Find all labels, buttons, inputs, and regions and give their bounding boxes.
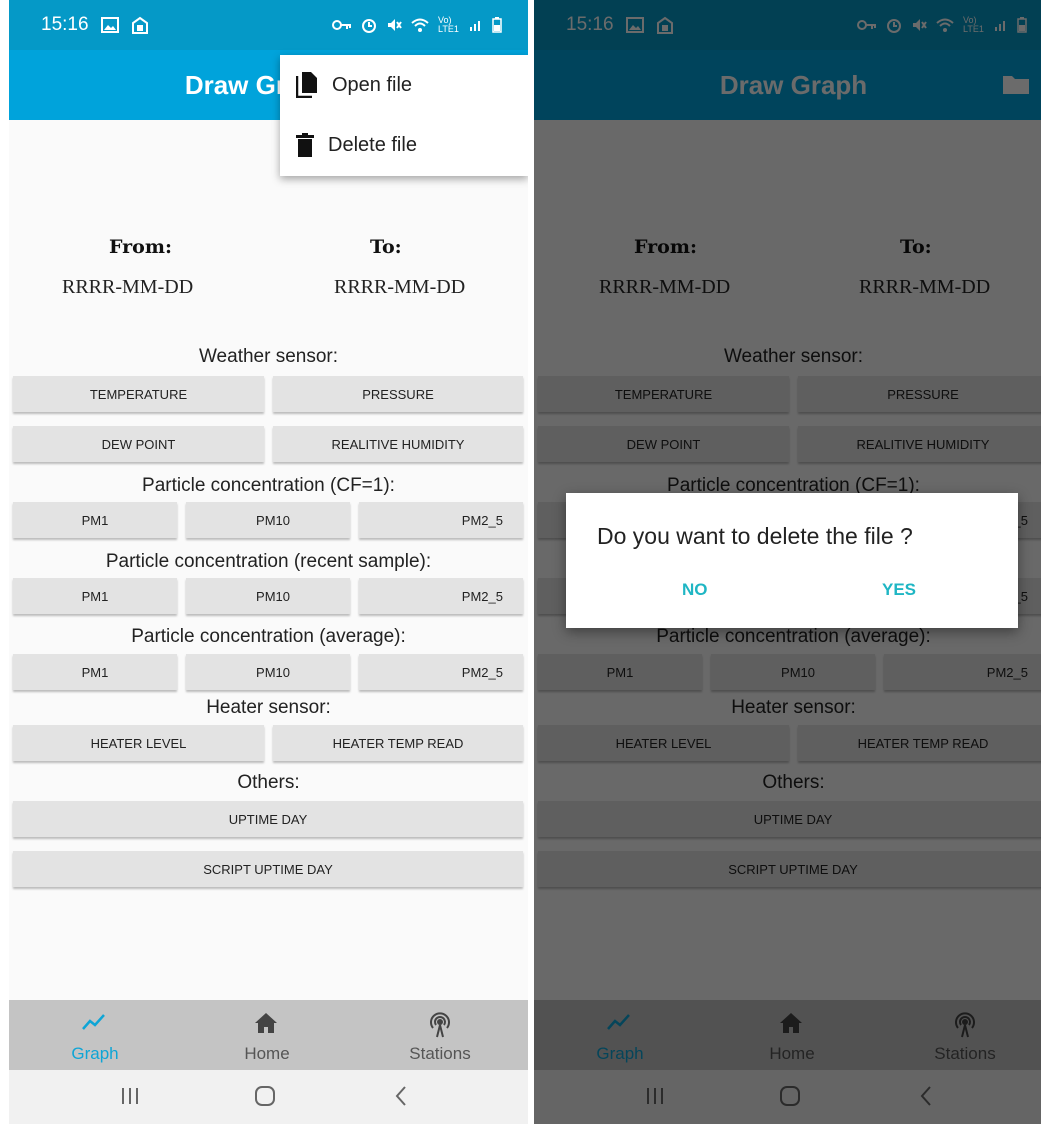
nav-item-home[interactable]: Home <box>207 1000 327 1070</box>
alarm-icon <box>362 19 376 33</box>
nav-label: Graph <box>71 1044 119 1063</box>
pm-cf1-pm25-button[interactable]: PM2_5 <box>359 502 523 538</box>
pm-average-pm25-button[interactable]: PM2_5 <box>359 654 523 690</box>
nav-label: Home <box>244 1044 290 1063</box>
graph-settings-panel: From: To: RRRR-MM-DD RRRR-MM-DD Weather … <box>9 120 528 1000</box>
pm-average-title: Particle concentration (average): <box>131 626 406 647</box>
home-button-icon[interactable] <box>254 1084 276 1108</box>
network-type-label: Vo) LTE1 <box>438 15 459 34</box>
others-title: Others: <box>237 772 300 793</box>
dialog-no-button[interactable]: NO <box>682 580 708 600</box>
back-icon[interactable] <box>393 1084 409 1108</box>
pm-recent-pm25-button[interactable]: PM2_5 <box>359 578 523 614</box>
dialog-yes-button[interactable]: YES <box>882 580 916 600</box>
temperature-button[interactable]: TEMPERATURE <box>13 376 264 412</box>
menu-item-delete-file[interactable]: Delete file <box>280 115 528 175</box>
menu-item-open-file[interactable]: Open file <box>280 55 528 115</box>
pm-recent-pm1-button[interactable]: PM1 <box>13 578 177 614</box>
pm-cf1-pm10-button[interactable]: PM10 <box>186 502 350 538</box>
pm-average-pm1-button[interactable]: PM1 <box>13 654 177 690</box>
file-copy-icon <box>296 72 317 98</box>
mute-icon <box>388 19 402 31</box>
script-uptime-day-button[interactable]: SCRIPT UPTIME DAY <box>13 851 523 887</box>
status-time: 15:16 <box>41 14 89 35</box>
trash-icon <box>296 133 314 157</box>
signal-icon <box>470 21 480 31</box>
vpn-key-icon <box>332 20 351 30</box>
to-date-field[interactable]: RRRR-MM-DD <box>334 276 465 299</box>
heater-level-button[interactable]: HEATER LEVEL <box>13 725 264 761</box>
system-navigation-bar <box>9 1070 528 1124</box>
menu-item-label: Delete file <box>328 133 417 156</box>
nav-item-stations[interactable]: Stations <box>380 1000 500 1070</box>
relative-humidity-button[interactable]: REALITIVE HUMIDITY <box>273 426 523 462</box>
menu-item-label: Open file <box>332 73 413 96</box>
antenna-icon <box>430 1012 450 1038</box>
battery-icon <box>492 17 502 33</box>
nav-label: Stations <box>409 1044 471 1063</box>
recent-apps-icon[interactable] <box>120 1084 140 1108</box>
uptime-day-button[interactable]: UPTIME DAY <box>13 801 523 837</box>
pm-average-pm10-button[interactable]: PM10 <box>186 654 350 690</box>
phone-screen-menu-open: 15:16 Vo) LTE1 Draw Graph Open file Dele… <box>9 0 528 1124</box>
graph-icon <box>82 1014 105 1030</box>
to-label: To: <box>370 236 402 258</box>
pressure-button[interactable]: PRESSURE <box>273 376 523 412</box>
pm-recent-pm10-button[interactable]: PM10 <box>186 578 350 614</box>
from-label: From: <box>109 236 172 258</box>
pm-recent-title: Particle concentration (recent sample): <box>105 551 432 572</box>
dialog-title: Do you want to delete the file ? <box>597 523 913 549</box>
heater-temp-read-button[interactable]: HEATER TEMP READ <box>273 725 523 761</box>
delete-confirm-dialog: Do you want to delete the file ? NO YES <box>566 493 1018 628</box>
bottom-navigation: Graph Home Stations <box>9 1000 528 1070</box>
heater-sensor-title: Heater sensor: <box>206 697 331 718</box>
wifi-icon <box>411 18 429 32</box>
gallery-icon <box>100 17 119 33</box>
status-bar: 15:16 Vo) LTE1 <box>9 0 528 50</box>
phone-screen-delete-dialog: 15:16 Vo) LTE1 Draw Graph From: To: RRRR… <box>534 0 1041 1124</box>
pm-cf1-title: Particle concentration (CF=1): <box>142 475 395 496</box>
weather-sensor-title: Weather sensor: <box>198 346 339 367</box>
nav-item-graph[interactable]: Graph <box>35 1000 155 1070</box>
from-date-field[interactable]: RRRR-MM-DD <box>62 276 193 299</box>
dew-point-button[interactable]: DEW POINT <box>13 426 264 462</box>
pm-cf1-pm1-button[interactable]: PM1 <box>13 502 177 538</box>
home-icon <box>255 1013 277 1033</box>
app-notification-icon <box>131 16 148 34</box>
file-options-menu: Open file Delete file <box>280 55 528 176</box>
